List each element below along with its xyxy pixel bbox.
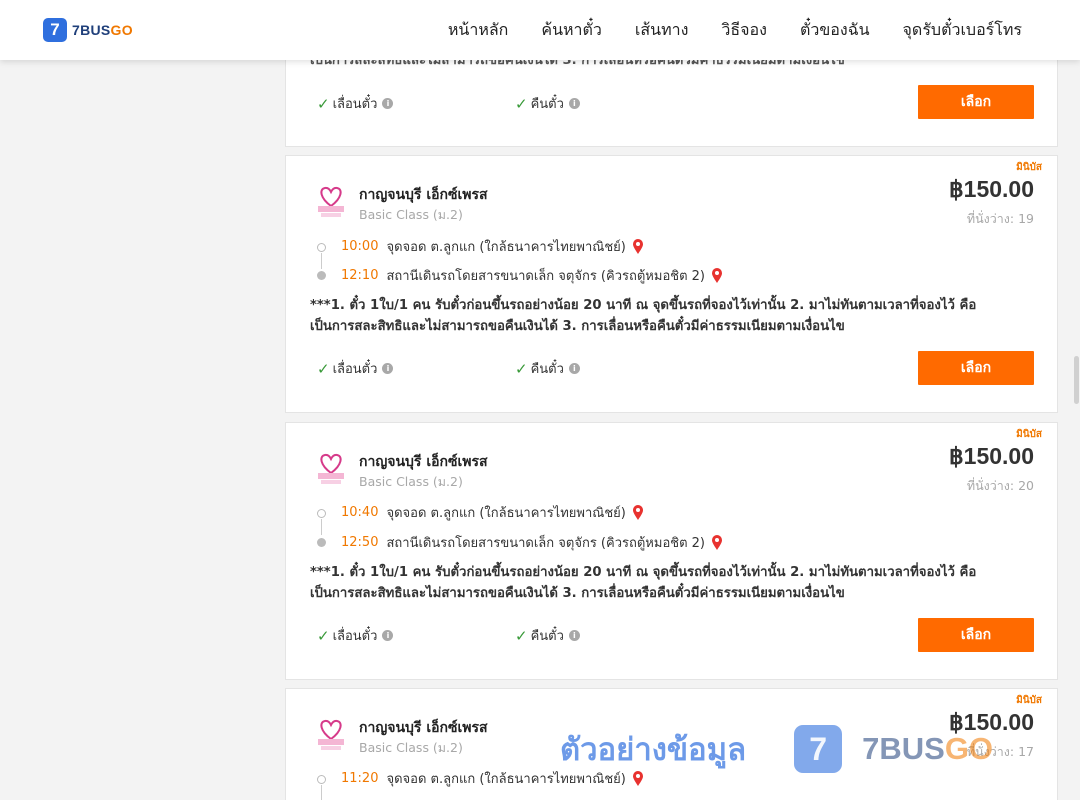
depart-dot [317,509,326,518]
info-icon[interactable]: i [568,630,580,641]
main-nav: หน้าหลัก ค้นหาตั๋ว เส้นทาง วิธีจอง ตั๋วข… [415,0,1022,60]
trip-card: มินิบัส กาญจนบุรี เอ็กซ์เพรส Basic Class… [285,422,1058,680]
trip-note: ***1. ตั๋ว 1ใบ/1 คน รับตั๋วก่อนขึ้นรถอย่… [310,298,977,334]
select-button[interactable]: เลือก [918,618,1034,652]
feature-refund: ✓ คืนตั๋ว i [515,93,580,114]
map-pin-icon[interactable] [711,534,723,551]
feature-reschedule: ✓ เลื่อนตั๋ว i [317,625,394,646]
arrive-place: สถานีเดินรถโดยสารขนาดเล็ก จตุจักร (คิวรถ… [386,536,705,551]
map-pin-icon[interactable] [711,267,723,284]
company-name: กาญจนบุรี เอ็กซ์เพรส [359,720,488,736]
bus-class: Basic Class (ม.2) [359,207,463,222]
trip-note: ***1. ตั๋ว 1ใบ/1 คน รับตั๋วก่อนขึ้นรถอย่… [310,565,977,601]
arrive-time: 12:10 [341,268,379,283]
select-button[interactable]: เลือก [918,351,1034,385]
map-pin-icon[interactable] [632,238,644,255]
depart-dot [317,243,326,252]
feature-reschedule: ✓ เลื่อนตั๋ว i [317,93,394,114]
info-icon[interactable]: i [568,98,580,109]
seats-available: ที่นั่งว่าง: 17 [966,744,1034,759]
nav-my-tickets[interactable]: ตั๋วของฉัน [800,18,870,43]
nav-home[interactable]: หน้าหลัก [448,18,509,43]
nav-routes[interactable]: เส้นทาง [635,18,689,43]
logo-mark-icon: 7 [43,18,67,42]
minibus-badge: มินิบัส [1016,429,1042,440]
depart-place: จุดจอด ต.ลูกแก (ใกล้ธนาคารไทยพาณิชย์) [386,240,626,255]
check-icon: ✓ [515,626,528,645]
logo-text: 7BUSGO [72,22,133,38]
company-name: กาญจนบุรี เอ็กซ์เพรส [359,454,488,470]
info-icon[interactable]: i [382,363,394,374]
minibus-badge: มินิบัส [1016,695,1042,706]
info-icon[interactable]: i [568,363,580,374]
nav-how-to-book[interactable]: วิธีจอง [721,18,767,43]
nav-pickup-points[interactable]: จุดรับตั๋วเบอร์โทร [903,18,1022,43]
ticket-price: ฿150.00 [949,176,1034,202]
map-pin-icon[interactable] [632,504,644,521]
arrive-time: 12:50 [341,535,379,550]
info-icon[interactable]: i [382,630,394,641]
site-logo[interactable]: 7 7BUSGO [43,18,133,42]
depart-place: จุดจอด ต.ลูกแก (ใกล้ธนาคารไทยพาณิชย์) [386,772,626,787]
map-pin-icon[interactable] [632,770,644,787]
arrive-stop: 12:10 สถานีเดินรถโดยสารขนาดเล็ก จตุจักร … [341,265,723,286]
arrive-dot [317,538,326,547]
check-icon: ✓ [515,359,528,378]
depart-stop: 10:00 จุดจอด ต.ลูกแก (ใกล้ธนาคารไทยพาณิช… [341,236,644,257]
arrive-stop: 12:50 สถานีเดินรถโดยสารขนาดเล็ก จตุจักร … [341,532,723,553]
nav-search-tickets[interactable]: ค้นหาตั๋ว [541,18,602,43]
depart-place: จุดจอด ต.ลูกแก (ใกล้ธนาคารไทยพาณิชย์) [386,506,626,521]
select-button[interactable]: เลือก [918,85,1034,119]
arrive-dot [317,271,326,280]
depart-time: 11:20 [341,771,379,786]
check-icon: ✓ [317,626,330,645]
ticket-price: ฿150.00 [949,709,1034,735]
feature-refund: ✓ คืนตั๋ว i [515,358,580,379]
bus-class: Basic Class (ม.2) [359,740,463,755]
feature-refund: ✓ คืนตั๋ว i [515,625,580,646]
depart-time: 10:40 [341,505,379,520]
depart-stop: 10:40 จุดจอด ต.ลูกแก (ใกล้ธนาคารไทยพาณิช… [341,502,644,523]
check-icon: ✓ [317,94,330,113]
depart-dot [317,775,326,784]
check-icon: ✓ [317,359,330,378]
trip-card: มินิบัส กาญจนบุรี เอ็กซ์เพรส Basic Class… [285,688,1058,800]
company-logo-icon [318,186,344,217]
seats-available: ที่นั่งว่าง: 19 [966,211,1034,226]
seats-available: ที่นั่งว่าง: 20 [966,478,1034,493]
route-line [321,519,322,535]
feature-reschedule: ✓ เลื่อนตั๋ว i [317,358,394,379]
scrollbar-thumb[interactable] [1074,356,1079,404]
minibus-badge: มินิบัส [1016,162,1042,173]
route-line [321,785,322,800]
ticket-price: ฿150.00 [949,443,1034,469]
top-header: 7 7BUSGO หน้าหลัก ค้นหาตั๋ว เส้นทาง วิธี… [0,0,1080,60]
bus-class: Basic Class (ม.2) [359,474,463,489]
route-line [321,253,322,269]
company-logo-icon [318,453,344,484]
scrollbar[interactable] [1072,60,1080,800]
arrive-place: สถานีเดินรถโดยสารขนาดเล็ก จตุจักร (คิวรถ… [386,269,705,284]
company-logo-icon [318,719,344,750]
check-icon: ✓ [515,94,528,113]
depart-stop: 11:20 จุดจอด ต.ลูกแก (ใกล้ธนาคารไทยพาณิช… [341,768,644,789]
depart-time: 10:00 [341,239,379,254]
info-icon[interactable]: i [382,98,394,109]
trip-card: มินิบัส กาญจนบุรี เอ็กซ์เพรส Basic Class… [285,155,1058,413]
company-name: กาญจนบุรี เอ็กซ์เพรส [359,187,488,203]
